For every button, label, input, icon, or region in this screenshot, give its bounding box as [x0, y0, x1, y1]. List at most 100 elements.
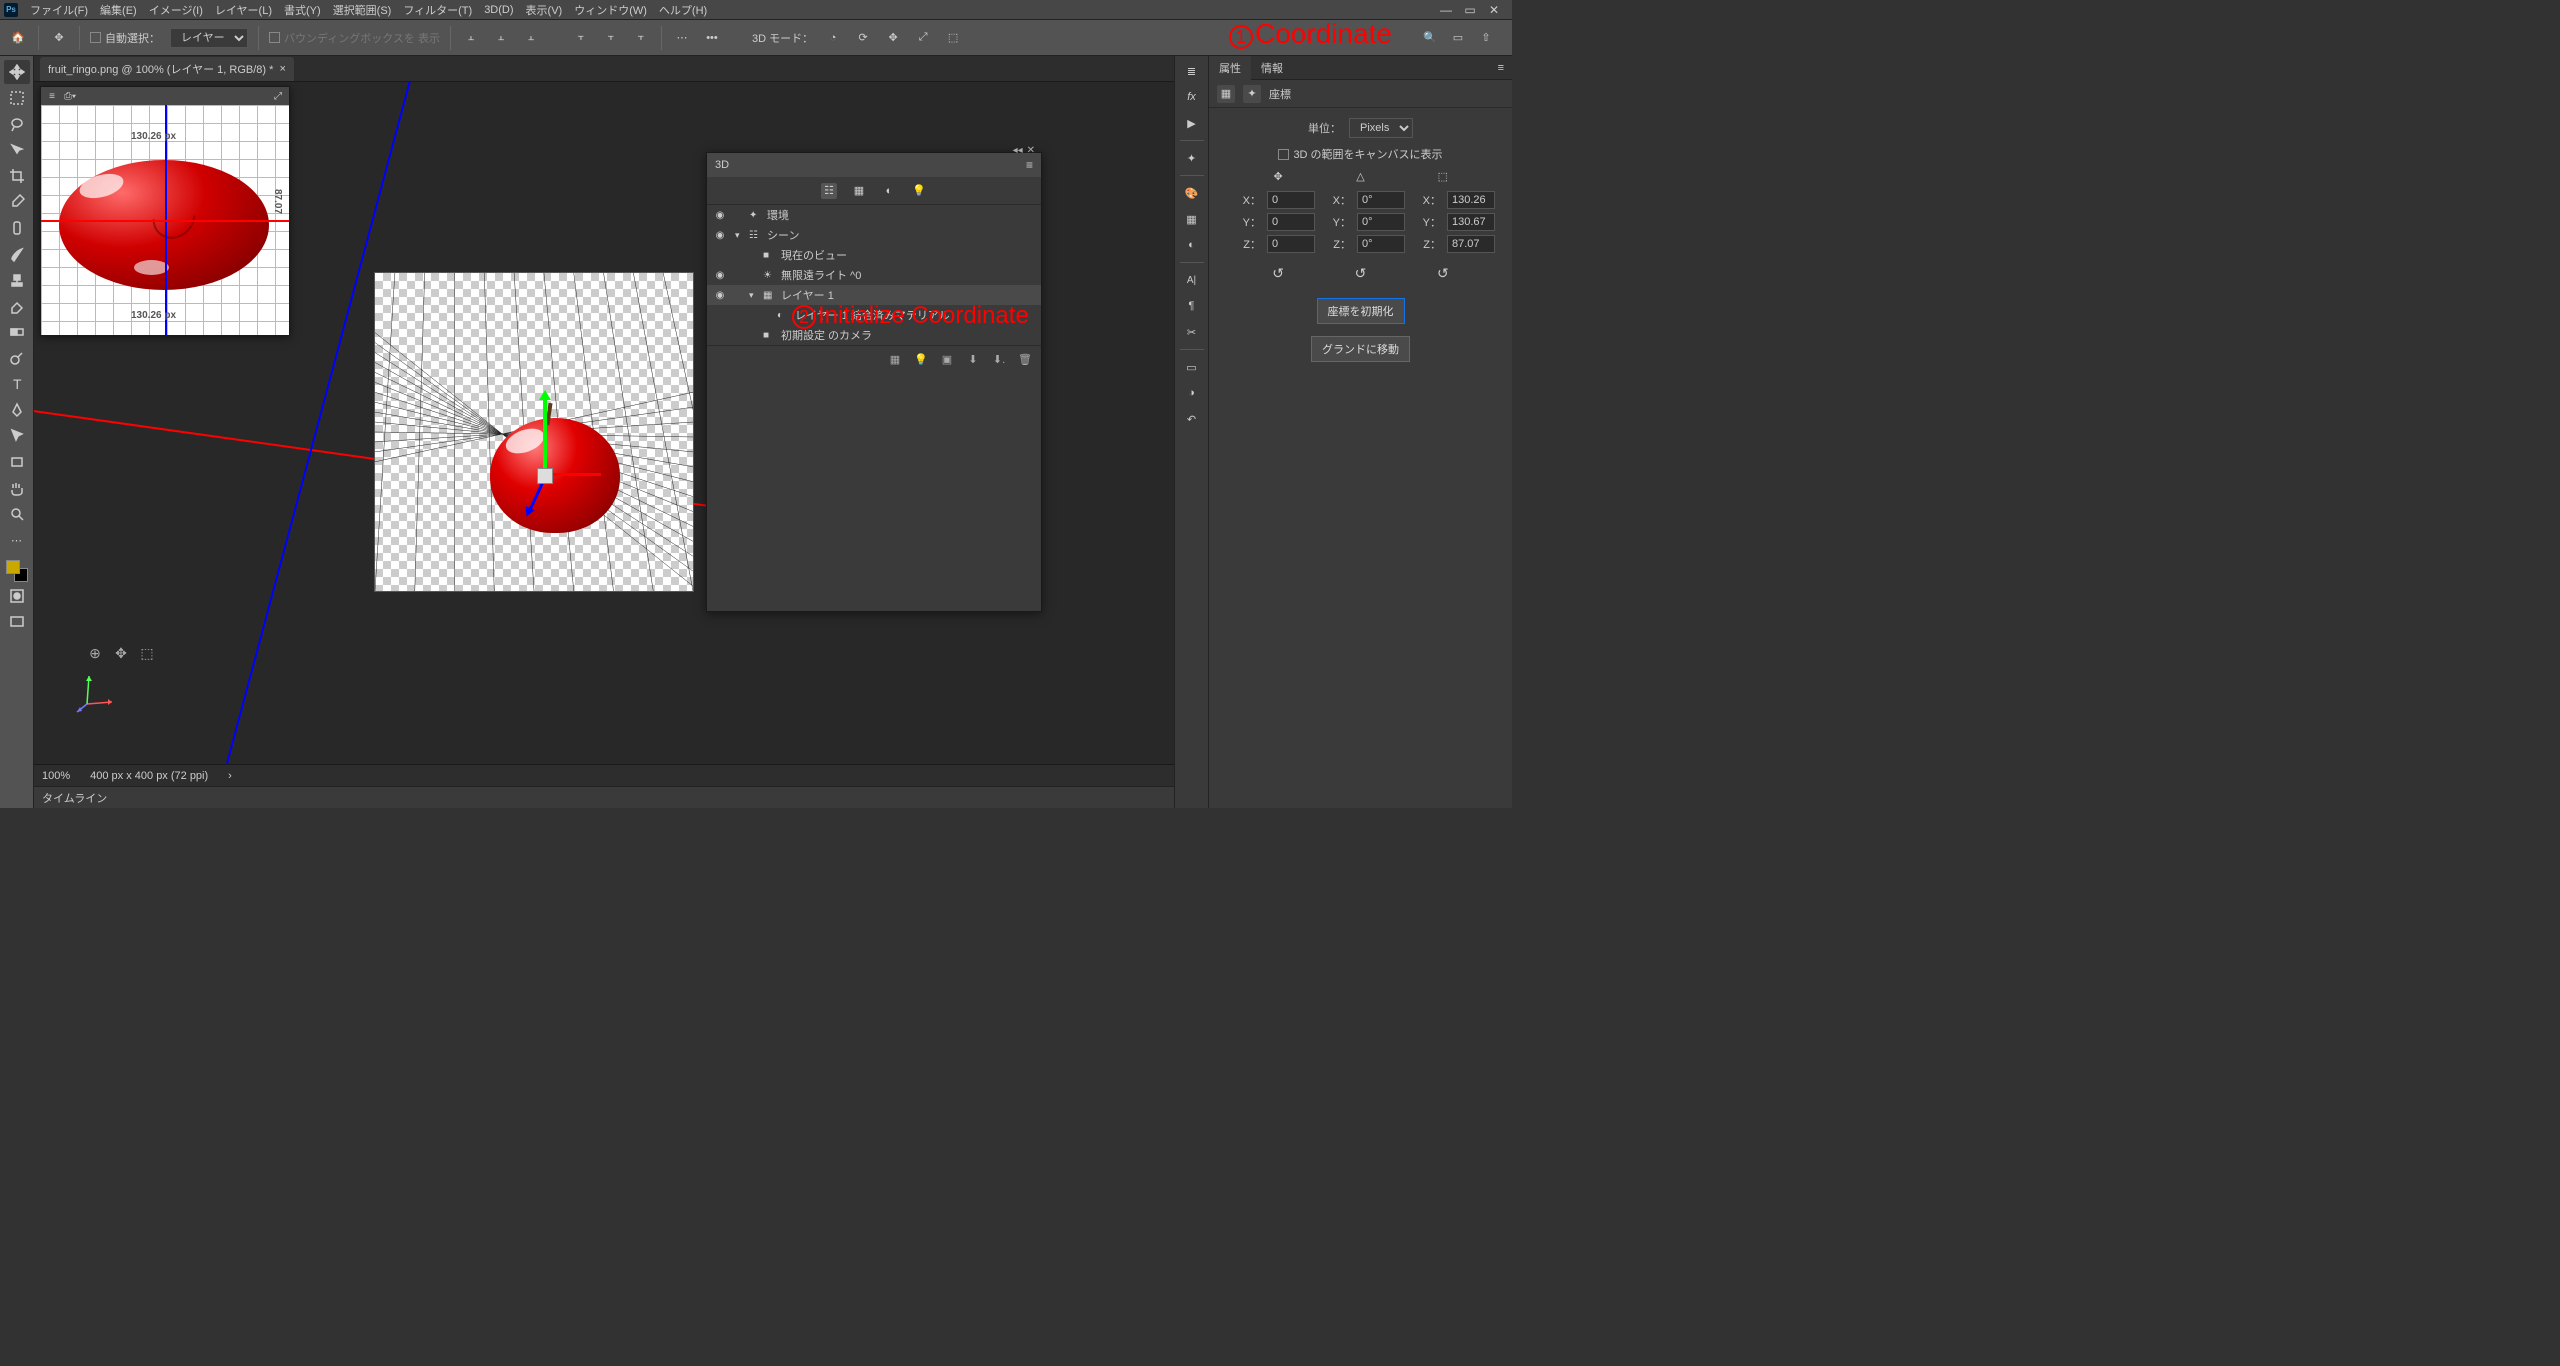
- dock-play-icon[interactable]: ▶: [1180, 112, 1204, 134]
- menu-window[interactable]: ウィンドウ(W): [568, 0, 653, 20]
- menu-filter[interactable]: フィルター(T): [397, 0, 478, 20]
- tree-row[interactable]: ■現在のビュー: [707, 245, 1041, 265]
- lasso-tool[interactable]: [4, 112, 30, 136]
- rot-x-input[interactable]: [1357, 191, 1405, 209]
- status-chevron-icon[interactable]: ›: [228, 770, 232, 782]
- more-options-icon[interactable]: •••: [702, 28, 722, 48]
- tree-caret-icon[interactable]: ▾: [735, 230, 745, 241]
- crop-tool[interactable]: [4, 164, 30, 188]
- menu-help[interactable]: ヘルプ(H): [653, 0, 713, 20]
- dock-history-icon[interactable]: ↶: [1180, 408, 1204, 430]
- window-arrange-icon[interactable]: ▭: [1448, 28, 1468, 48]
- dock-fx-icon[interactable]: fx: [1180, 86, 1204, 108]
- dock-tools-icon[interactable]: ✂: [1180, 321, 1204, 343]
- units-dropdown[interactable]: Pixels: [1349, 118, 1413, 138]
- pos-x-input[interactable]: [1267, 191, 1315, 209]
- ibl-icon[interactable]: ▣: [939, 352, 955, 368]
- move-tool-icon[interactable]: ✥: [49, 28, 69, 48]
- tree-row[interactable]: ◉☀無限遠ライト ^0: [707, 265, 1041, 285]
- reset-scale-icon[interactable]: ↺: [1437, 265, 1449, 282]
- pos-z-input[interactable]: [1267, 235, 1315, 253]
- rectangle-tool[interactable]: [4, 450, 30, 474]
- rot-z-input[interactable]: [1357, 235, 1405, 253]
- gizmo-x-axis[interactable]: [551, 473, 601, 476]
- eraser-tool[interactable]: [4, 294, 30, 318]
- mini-axes-widget[interactable]: [72, 664, 122, 714]
- reset-position-icon[interactable]: ↺: [1272, 265, 1284, 282]
- visibility-toggle-icon[interactable]: ◉: [713, 210, 727, 221]
- gizmo-center-cube[interactable]: [537, 468, 553, 484]
- dodge-tool[interactable]: [4, 346, 30, 370]
- tree-row[interactable]: ◉▾☷シーン: [707, 225, 1041, 245]
- menu-select[interactable]: 選択範囲(S): [327, 0, 398, 20]
- align-right-icon[interactable]: ⫠: [521, 28, 541, 48]
- stamp-tool[interactable]: [4, 268, 30, 292]
- distribute-icon[interactable]: ⋯: [672, 28, 692, 48]
- slide-3d-icon[interactable]: ⤢: [913, 28, 933, 48]
- align-center-v-icon[interactable]: ⫟: [601, 28, 621, 48]
- panel-3d-menu-icon[interactable]: ≡: [1026, 158, 1033, 172]
- minimize-button[interactable]: ―: [1438, 3, 1454, 17]
- navigator-icon-a[interactable]: ≡: [45, 89, 59, 103]
- filter-light-icon[interactable]: 💡: [911, 183, 927, 199]
- trash-icon[interactable]: 🗑: [1017, 352, 1033, 368]
- foreground-color-swatch[interactable]: [6, 560, 20, 574]
- dock-layers-icon[interactable]: ▭: [1180, 356, 1204, 378]
- reset-rotation-icon[interactable]: ↺: [1355, 265, 1367, 282]
- main-3d-canvas[interactable]: [374, 272, 694, 592]
- reset-coords-button[interactable]: 座標を初期化: [1317, 298, 1405, 324]
- maximize-button[interactable]: ▭: [1462, 3, 1478, 17]
- menu-file[interactable]: ファイル(F): [24, 0, 94, 20]
- auto-select-checkbox[interactable]: 自動選択：: [90, 30, 160, 46]
- canvas-viewport[interactable]: ≡ ⎙▾ ⤢ 130.26 px 130.26 px 87.07: [34, 82, 1174, 764]
- navigator-panel[interactable]: ≡ ⎙▾ ⤢ 130.26 px 130.26 px 87.07: [40, 86, 290, 336]
- dock-swatches-icon[interactable]: 🎨: [1180, 182, 1204, 204]
- quick-mask-tool[interactable]: [4, 584, 30, 608]
- eyedropper-tool[interactable]: [4, 190, 30, 214]
- dock-paragraph-icon[interactable]: ¶: [1180, 295, 1204, 317]
- tab-properties[interactable]: 属性: [1209, 56, 1251, 80]
- healing-brush-tool[interactable]: [4, 216, 30, 240]
- menu-view[interactable]: 表示(V): [520, 0, 569, 20]
- gradient-tool[interactable]: [4, 320, 30, 344]
- close-button[interactable]: ✕: [1486, 3, 1502, 17]
- search-icon[interactable]: 🔍: [1420, 28, 1440, 48]
- visibility-toggle-icon[interactable]: ◉: [713, 290, 727, 301]
- home-icon[interactable]: 🏠: [8, 28, 28, 48]
- tree-row[interactable]: ◐レイヤー 1 結合済みマテリアル: [707, 305, 1041, 325]
- scale-y-input[interactable]: [1447, 213, 1495, 231]
- gizmo-y-axis[interactable]: [543, 398, 547, 468]
- auto-select-dropdown[interactable]: レイヤー: [170, 28, 248, 48]
- dock-character-icon[interactable]: A|: [1180, 269, 1204, 291]
- dock-adjustments-icon[interactable]: ≣: [1180, 60, 1204, 82]
- color-swatches[interactable]: [6, 560, 28, 582]
- filter-mesh-icon[interactable]: ▦: [851, 183, 867, 199]
- add-light-icon[interactable]: ⬇: [965, 352, 981, 368]
- menu-edit[interactable]: 編集(E): [94, 0, 143, 20]
- hand-tool[interactable]: [4, 476, 30, 500]
- visibility-toggle-icon[interactable]: ◉: [713, 230, 727, 241]
- menu-type[interactable]: 書式(Y): [278, 0, 327, 20]
- navigator-expand-icon[interactable]: ⤢: [271, 89, 285, 103]
- brush-tool[interactable]: [4, 242, 30, 266]
- move-tool[interactable]: [4, 60, 30, 84]
- tree-row[interactable]: ■初期設定 のカメラ: [707, 325, 1041, 345]
- tree-row[interactable]: ◉✦環境: [707, 205, 1041, 225]
- menu-image[interactable]: イメージ(I): [143, 0, 209, 20]
- panel-3d-collapse-icon[interactable]: ◂◂: [1013, 145, 1023, 156]
- tab-close-icon[interactable]: ×: [279, 63, 285, 75]
- rot-y-input[interactable]: [1357, 213, 1405, 231]
- pen-tool[interactable]: [4, 398, 30, 422]
- zoom-tool[interactable]: [4, 502, 30, 526]
- edit-toolbar[interactable]: ⋯: [4, 528, 30, 552]
- orbit-dolly-icon[interactable]: ⬚: [136, 642, 158, 664]
- panel-3d-close-icon[interactable]: ✕: [1027, 145, 1035, 156]
- tree-caret-icon[interactable]: ▾: [749, 290, 759, 301]
- menu-layer[interactable]: レイヤー(L): [209, 0, 278, 20]
- orbit-rotate-icon[interactable]: ⊕: [84, 642, 106, 664]
- navigator-preview[interactable]: 130.26 px 130.26 px 87.07: [41, 105, 289, 335]
- properties-menu-icon[interactable]: ≡: [1490, 62, 1512, 74]
- panel-3d-tree[interactable]: ◉✦環境◉▾☷シーン■現在のビュー◉☀無限遠ライト ^0◉▾▦レイヤー 1◐レイ…: [707, 205, 1041, 345]
- path-select-tool[interactable]: [4, 424, 30, 448]
- align-center-h-icon[interactable]: ⫠: [491, 28, 511, 48]
